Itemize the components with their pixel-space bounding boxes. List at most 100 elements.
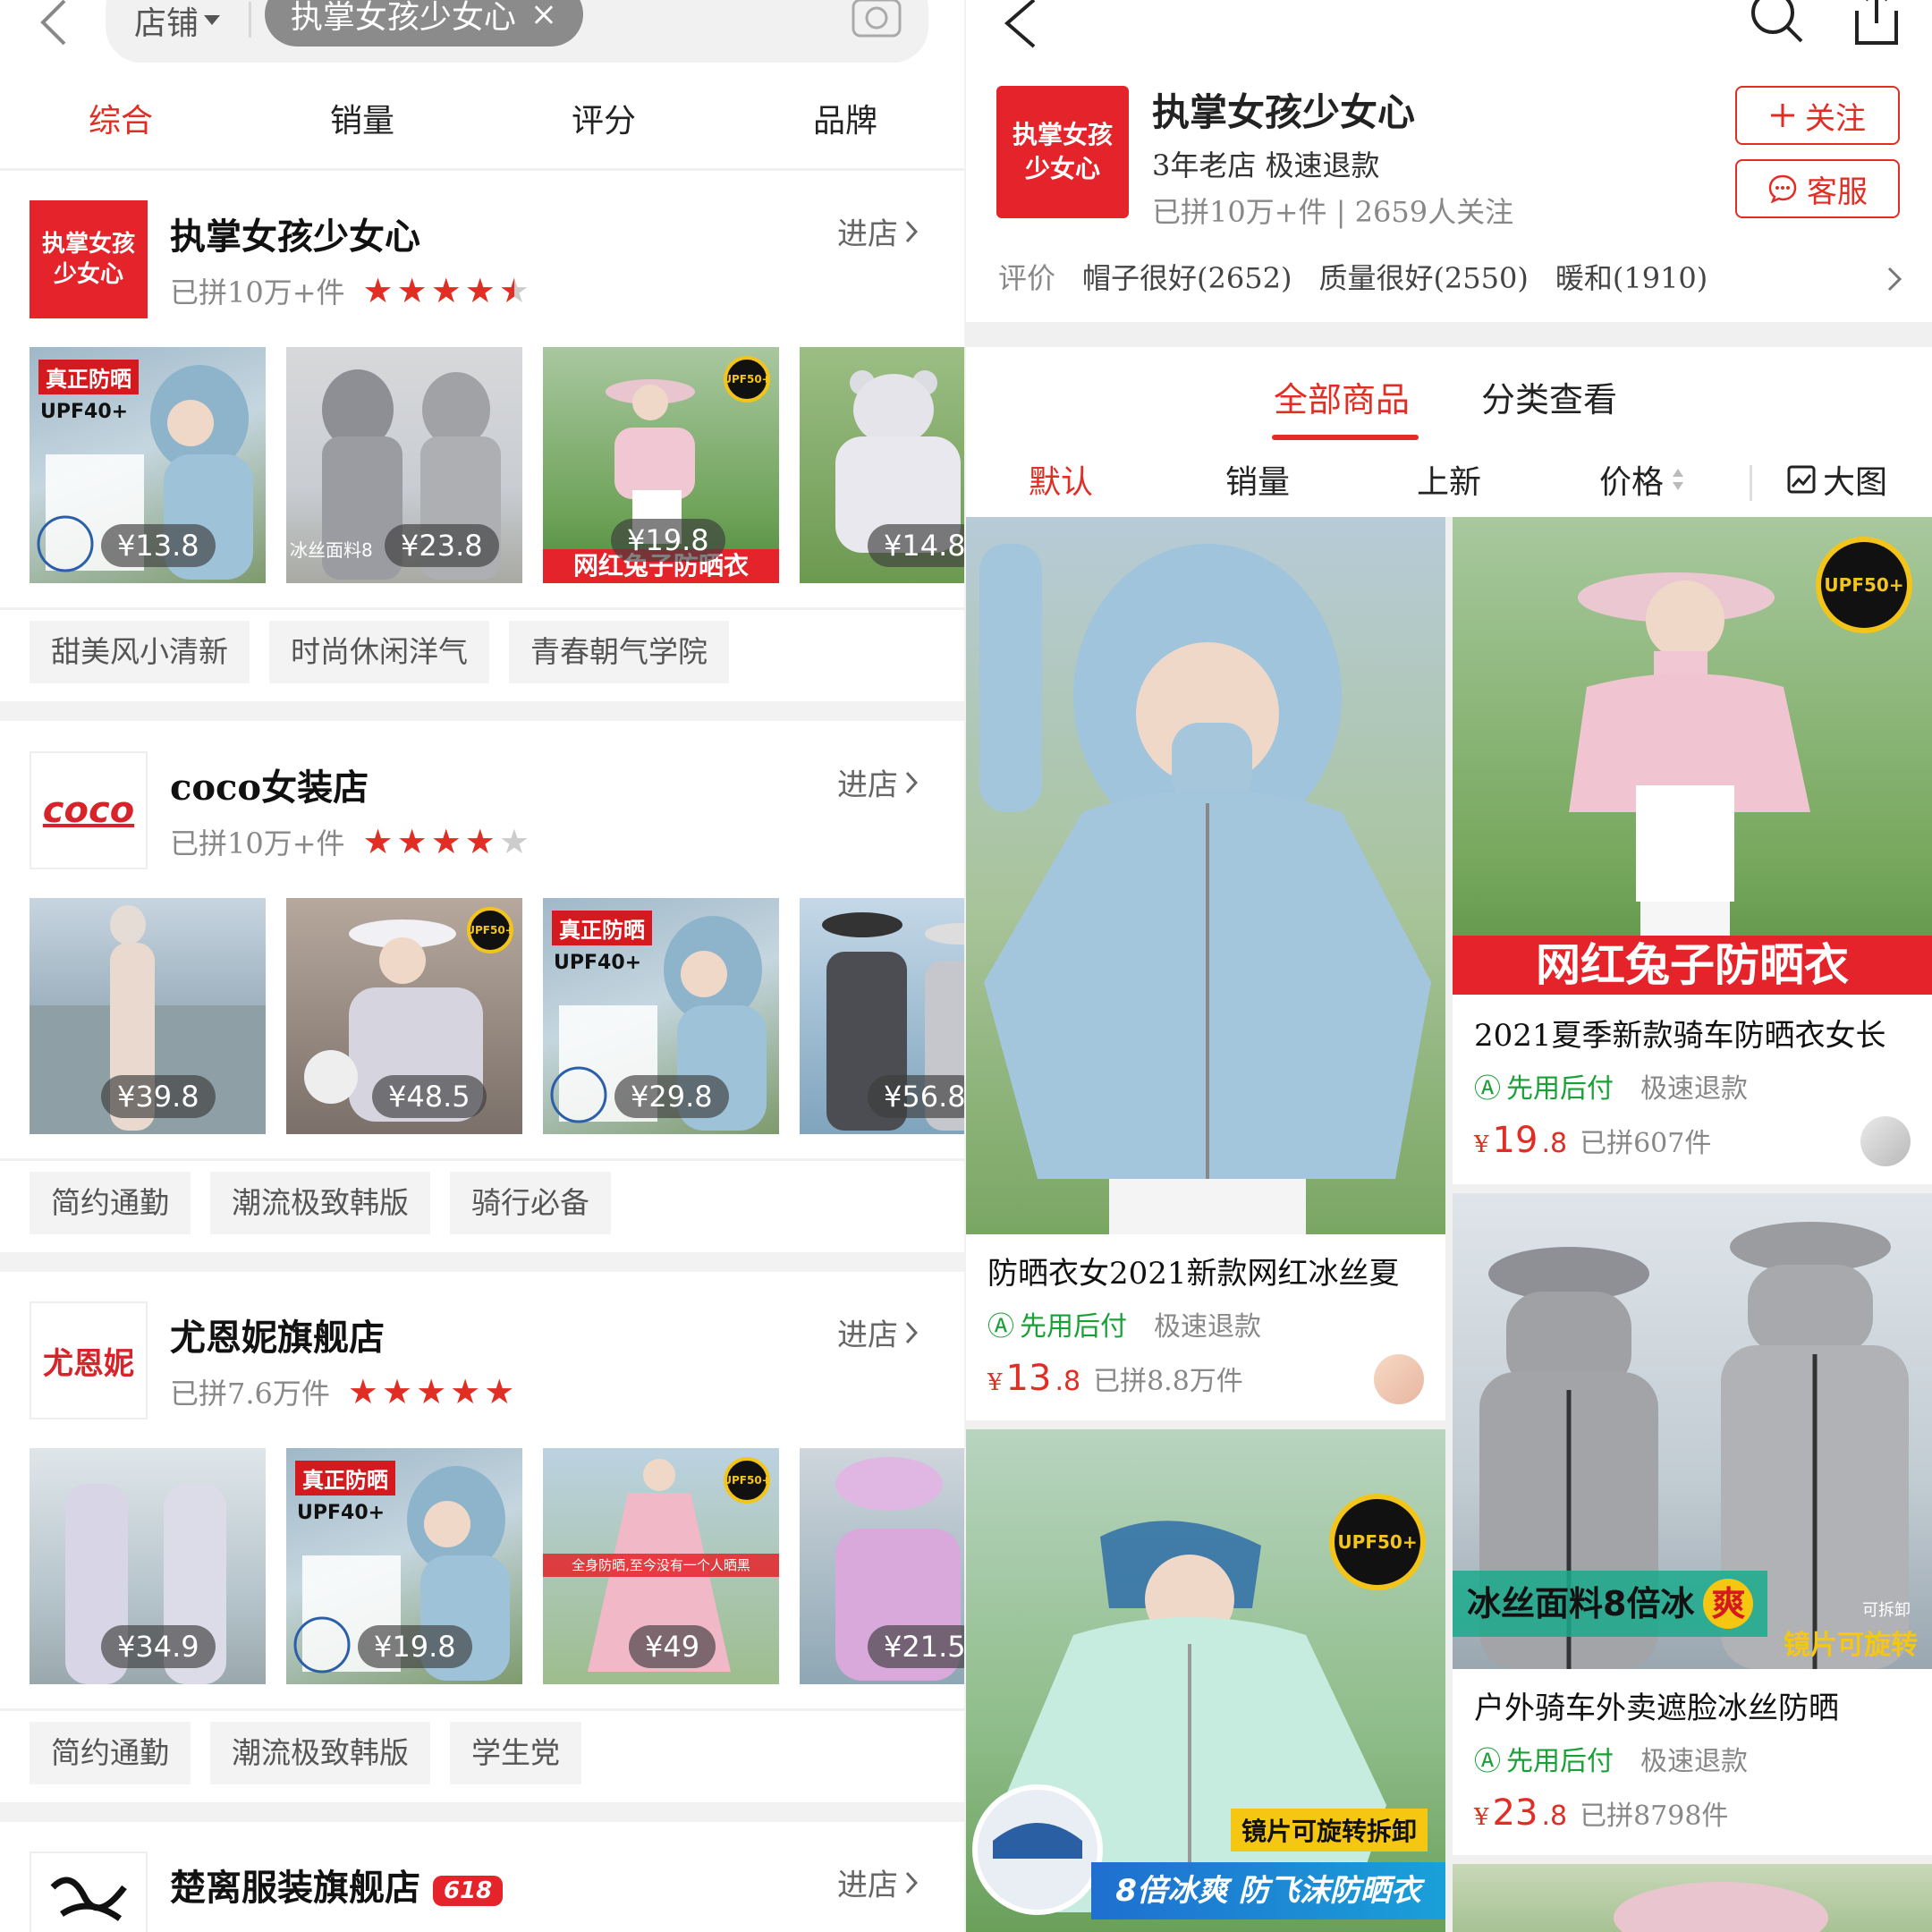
buyer-avatar xyxy=(1860,1116,1911,1166)
store-logo[interactable]: coco xyxy=(30,751,148,869)
share-icon[interactable] xyxy=(1852,0,1902,47)
store-name[interactable]: 执掌女孩少女心 xyxy=(170,208,420,259)
product-thumbnail[interactable]: ¥21.5 xyxy=(800,1448,966,1684)
enter-store-label: 进店 xyxy=(837,216,898,252)
image-icon xyxy=(1787,465,1816,494)
search-scope-dropdown[interactable]: 店铺 xyxy=(134,0,221,42)
sort-arrows-icon xyxy=(1673,469,1684,490)
enter-store-link[interactable]: 进店 xyxy=(837,760,918,804)
back-button[interactable] xyxy=(998,0,1043,50)
tab-comprehensive[interactable]: 综合 xyxy=(0,89,242,170)
store-card[interactable]: 执掌女孩 少女心 执掌女孩少女心 进店 已拼10万+件 ★ ★ ★ ★ ★ 真正防晒 U… xyxy=(0,200,966,728)
product-thumbnail[interactable]: ¥34.9 xyxy=(30,1448,266,1684)
divider xyxy=(0,168,966,171)
search-icon[interactable] xyxy=(1750,0,1805,45)
store-card[interactable]: 楚离服装旗舰店 618 进店 xyxy=(0,1852,966,1932)
search-query-chip[interactable]: 执掌女孩少女心 × xyxy=(265,0,583,47)
sort-price[interactable]: 价格 xyxy=(1599,456,1685,503)
store-tag[interactable]: 青春朝气学院 xyxy=(509,621,729,683)
tab-brand[interactable]: 品牌 xyxy=(724,89,966,170)
store-tag[interactable]: 简约通勤 xyxy=(30,1722,191,1784)
store-tag[interactable]: 简约通勤 xyxy=(30,1172,191,1234)
star-icon: ★ xyxy=(450,1372,481,1411)
product-photo xyxy=(979,544,1431,1234)
product-feature-banner: 镜片可旋转拆卸 xyxy=(1230,1809,1428,1852)
store-name[interactable]: coco女装店 xyxy=(170,758,369,810)
store-tags: 简约通勤 潮流极致韩版 学生党 xyxy=(30,1722,581,1784)
product-thumbnail[interactable]: UPF50+ 全身防晒,至今没有一个人晒黑 ¥49 xyxy=(543,1448,779,1684)
store-tag[interactable]: 时尚休闲洋气 xyxy=(269,621,489,683)
customer-service-button[interactable]: 客服 xyxy=(1735,159,1900,218)
store-header: 执掌女孩 少女心 执掌女孩少女心 3年老店 极速退款 已拼10万+件 | 265… xyxy=(966,0,1932,322)
sort-tabs: 综合 销量 评分 品牌 xyxy=(0,89,966,170)
chevron-right-icon xyxy=(905,1321,918,1343)
sort-new[interactable]: 上新 xyxy=(1417,456,1481,503)
clear-icon[interactable]: × xyxy=(530,0,557,33)
view-toggle[interactable]: 大图 xyxy=(1787,456,1887,503)
store-card[interactable]: 尤恩妮 尤恩妮旗舰店 进店 已拼7.6万件 ★ ★ ★ ★ ★ ¥34.9 真正防晒 U… xyxy=(0,1301,966,1829)
enter-store-link[interactable]: 进店 xyxy=(837,1860,918,1904)
store-tag[interactable]: 潮流极致韩版 xyxy=(210,1722,430,1784)
thumb-caption: 全身防晒,至今没有一个人晒黑 xyxy=(543,1554,779,1577)
enter-store-link[interactable]: 进店 xyxy=(837,209,918,253)
sort-sales[interactable]: 销量 xyxy=(1225,456,1290,503)
pay-later-icon: Ⓐ xyxy=(1474,1073,1501,1105)
product-card[interactable]: 冰丝面料8倍冰 爽 可拆卸 镜片可旋转 户外骑车外卖遮脸冰丝防晒 Ⓐ 先用后付 极速… xyxy=(1453,1193,1932,1855)
store-tabs: 全部商品 分类查看 xyxy=(966,347,1932,445)
product-title: 防晒衣女2021新款网红冰丝夏 xyxy=(987,1256,1400,1292)
tab-categories[interactable]: 分类查看 xyxy=(1481,372,1617,421)
store-logo-mark xyxy=(50,1877,127,1921)
store-logo[interactable]: 尤恩妮 xyxy=(30,1301,148,1419)
store-logo[interactable]: 执掌女孩 少女心 xyxy=(996,86,1129,218)
star-icon: ★ xyxy=(464,822,496,861)
back-button[interactable] xyxy=(27,0,80,54)
tab-all-products[interactable]: 全部商品 xyxy=(1274,372,1410,421)
product-thumbnail[interactable]: 真正防晒 UPF40+ ¥19.8 xyxy=(286,1448,522,1684)
product-card[interactable]: 防晒衣女2021新款网红冰丝夏 Ⓐ 先用后付 极速退款 ¥13.8 已拼8.8万件 xyxy=(966,517,1445,1420)
product-image: UPF50+ 网红兔子防晒衣 xyxy=(1453,517,1932,995)
tab-sales[interactable]: 销量 xyxy=(242,89,483,170)
store-logo[interactable]: 执掌女孩 少女心 xyxy=(30,200,148,318)
store-tag[interactable]: 潮流极致韩版 xyxy=(210,1172,430,1234)
enter-store-link[interactable]: 进店 xyxy=(837,1310,918,1354)
camera-icon[interactable] xyxy=(850,0,903,41)
upf-label: UPF40+ xyxy=(297,1502,386,1524)
tab-rating[interactable]: 评分 xyxy=(483,89,724,170)
store-logo[interactable] xyxy=(30,1852,148,1932)
chevron-right-icon xyxy=(905,1871,918,1894)
logo-text: 尤恩妮 xyxy=(43,1345,134,1382)
product-card[interactable] xyxy=(1453,1864,1932,1932)
product-thumbnail[interactable]: ¥39.8 xyxy=(30,898,266,1134)
store-tag[interactable]: 学生党 xyxy=(450,1722,581,1784)
star-icon: ★ xyxy=(430,271,462,310)
product-thumbnail[interactable]: ¥23.8 冰丝面料8 xyxy=(286,347,522,583)
sort-default[interactable]: 默认 xyxy=(1029,456,1093,503)
follow-button[interactable]: 关注 xyxy=(1735,86,1900,145)
review-summary[interactable]: 评价 帽子很好(2652) 质量很好(2550) 暖和(1910) xyxy=(998,256,1707,297)
store-name[interactable]: 楚离服装旗舰店 618 xyxy=(170,1859,504,1911)
sold-count: 已拼8798件 xyxy=(1580,1801,1729,1832)
empty-star-icon: ★ xyxy=(498,822,530,861)
product-card[interactable]: UPF50+ 镜片可旋转拆卸 8倍冰爽 防飞沫防晒衣 xyxy=(966,1429,1445,1932)
logo-text: 执掌女孩 xyxy=(1012,120,1113,149)
product-card[interactable]: UPF50+ 网红兔子防晒衣 2021夏季新款骑车防晒衣女长 Ⓐ 先用后付 极速退款… xyxy=(1453,517,1932,1184)
product-thumbnail[interactable]: UPF50+ 网红兔子防晒衣 ¥19.8 xyxy=(543,347,779,583)
product-thumbnail[interactable]: ¥14.8 xyxy=(800,347,966,583)
view-label: 大图 xyxy=(1823,464,1888,501)
chevron-right-icon[interactable] xyxy=(1887,267,1902,292)
review-tag: 暖和(1910) xyxy=(1555,261,1708,295)
product-thumbnail[interactable]: 真正防晒 UPF40+ ¥13.8 xyxy=(30,347,266,583)
product-thumbnail[interactable]: UPF50+ ¥48.5 xyxy=(286,898,522,1134)
product-thumbnail[interactable]: ¥56.8 xyxy=(800,898,966,1134)
product-photo xyxy=(1614,1882,1828,1932)
detach-caption: 可拆卸 xyxy=(1862,1601,1911,1620)
store-name[interactable]: 尤恩妮旗舰店 xyxy=(170,1309,385,1360)
price-tag: ¥19.8 xyxy=(611,519,725,562)
section-gap xyxy=(0,701,966,721)
promo-badge: 真正防晒 xyxy=(38,360,139,394)
store-tag[interactable]: 甜美风小清新 xyxy=(30,621,250,683)
store-tag[interactable]: 骑行必备 xyxy=(450,1172,611,1234)
logo-text: coco xyxy=(42,790,135,831)
product-thumbnail[interactable]: 真正防晒 UPF40+ ¥29.8 xyxy=(543,898,779,1134)
store-card[interactable]: coco coco女装店 进店 已拼10万+件 ★ ★ ★ ★ ★ ¥39.8 UPF5… xyxy=(0,751,966,1279)
